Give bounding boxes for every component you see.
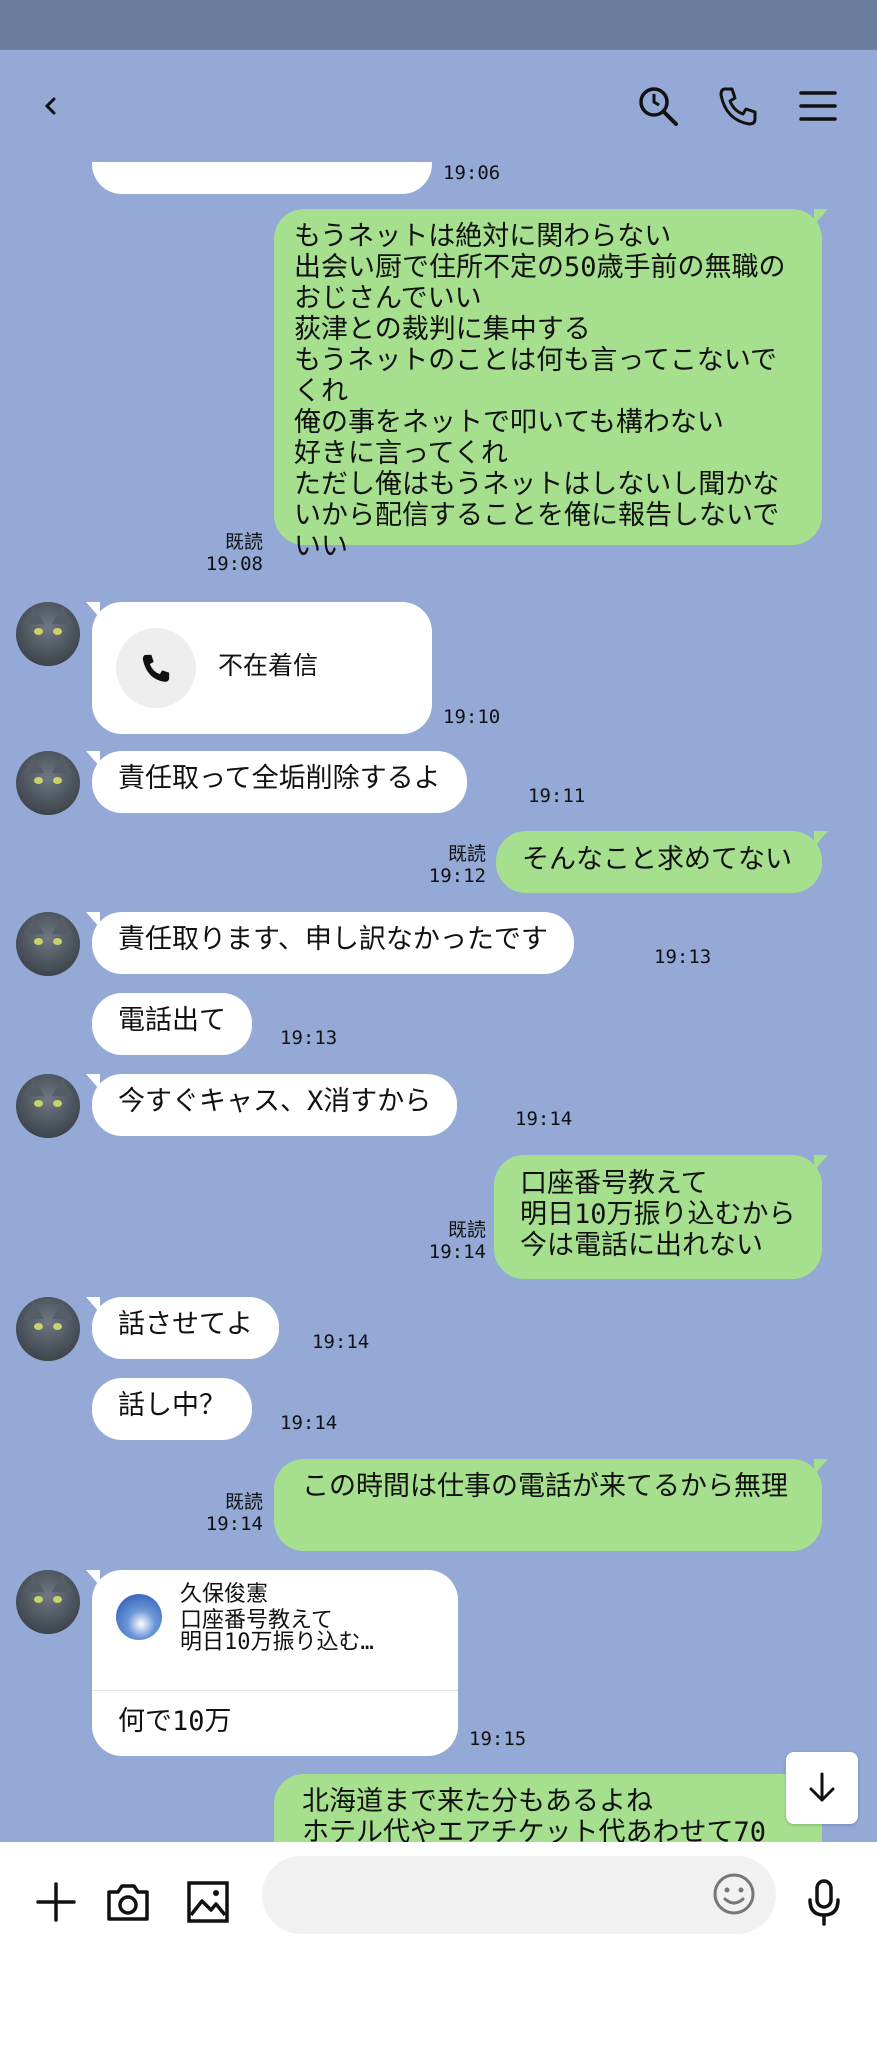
message-time: 19:14	[515, 1108, 573, 1130]
message-bubble[interactable]: 今すぐキャス、X消すから	[85, 1074, 458, 1136]
message-time: 19:10	[443, 706, 501, 728]
missed-call-label: 不在着信	[218, 651, 319, 680]
avatar[interactable]	[16, 1074, 80, 1138]
reply-text: 何で10万	[118, 1706, 232, 1737]
message-bubble[interactable]: 責任取って全垢削除するよ	[86, 751, 467, 813]
chat-header	[0, 50, 877, 162]
message-time: 19:14	[428, 1241, 486, 1263]
message-list[interactable]: 19:06 既読 19:08 もうネットは絶対に関わらない 出会い厨で住所不定の…	[0, 162, 877, 1842]
message-bubble[interactable]: 話させてよ	[86, 1297, 279, 1359]
message-bubble[interactable]: 電話出て	[92, 993, 252, 1055]
avatar[interactable]	[16, 912, 80, 976]
reply-message-bubble[interactable]: 久保俊憲 口座番号教えて 明日10万振り込む… 何で10万	[86, 1570, 458, 1756]
read-receipt: 既読	[447, 843, 486, 865]
back-icon[interactable]	[18, 74, 82, 138]
quoted-sender-name: 久保俊憲	[180, 1582, 269, 1607]
message-bubble[interactable]: そんなこと求めてない	[496, 831, 828, 893]
read-receipt: 既読	[224, 531, 263, 553]
read-receipt: 既読	[447, 1219, 486, 1241]
message-time: 19:12	[428, 865, 486, 887]
message-bubble[interactable]: 口座番号教えて 明日10万振り込むから 今は電話に出れない	[494, 1155, 828, 1279]
avatar[interactable]	[16, 751, 80, 815]
avatar[interactable]	[16, 602, 80, 666]
status-bar	[0, 0, 877, 50]
search-icon[interactable]	[626, 74, 690, 138]
input-bar	[0, 1842, 877, 2048]
scroll-to-bottom-button[interactable]	[786, 1752, 858, 1824]
message-time: 19:13	[280, 1027, 338, 1049]
camera-icon[interactable]	[96, 1870, 160, 1934]
message-time: 19:11	[528, 785, 586, 807]
message-time: 19:15	[469, 1728, 527, 1750]
divider	[92, 1690, 458, 1691]
message-time: 19:14	[280, 1412, 338, 1434]
message-bubble[interactable]: この時間は仕事の電話が来てるから無理	[274, 1459, 828, 1551]
message-time: 19:13	[654, 946, 712, 968]
arrow-down-icon	[809, 1772, 835, 1802]
phone-icon[interactable]	[706, 74, 770, 138]
quoted-message[interactable]: 口座番号教えて 明日10万振り込む…	[180, 1610, 374, 1654]
message-input[interactable]	[262, 1856, 776, 1934]
message-bubble[interactable]: 話し中？	[92, 1378, 252, 1440]
menu-icon[interactable]	[786, 74, 850, 138]
image-icon[interactable]	[176, 1870, 240, 1934]
emoji-icon[interactable]	[702, 1862, 766, 1926]
message-time: 19:14	[205, 1513, 263, 1535]
message-time: 19:08	[205, 553, 263, 575]
message-bubble[interactable]: 責任取ります、申し訳なかったです	[86, 912, 574, 974]
phone-icon	[116, 628, 196, 708]
message-time: 19:14	[312, 1331, 370, 1353]
message-bubble[interactable]: もうネットは絶対に関わらない 出会い厨で住所不定の50歳手前の無職のおじさんでい…	[274, 209, 828, 562]
message-bubble[interactable]: 北海道まで来た分もあるよね ホテル代やエアチケット代あわせて70	[274, 1774, 828, 1842]
avatar[interactable]	[16, 1570, 80, 1634]
mic-icon[interactable]	[792, 1870, 856, 1934]
message-time: 19:06	[443, 162, 501, 184]
plus-icon[interactable]	[24, 1870, 88, 1934]
avatar[interactable]	[16, 1297, 80, 1361]
read-receipt: 既読	[224, 1491, 263, 1513]
missed-call-bubble[interactable]: 不在着信	[86, 602, 432, 734]
message-bubble[interactable]	[92, 162, 432, 194]
quoted-avatar	[116, 1594, 162, 1640]
